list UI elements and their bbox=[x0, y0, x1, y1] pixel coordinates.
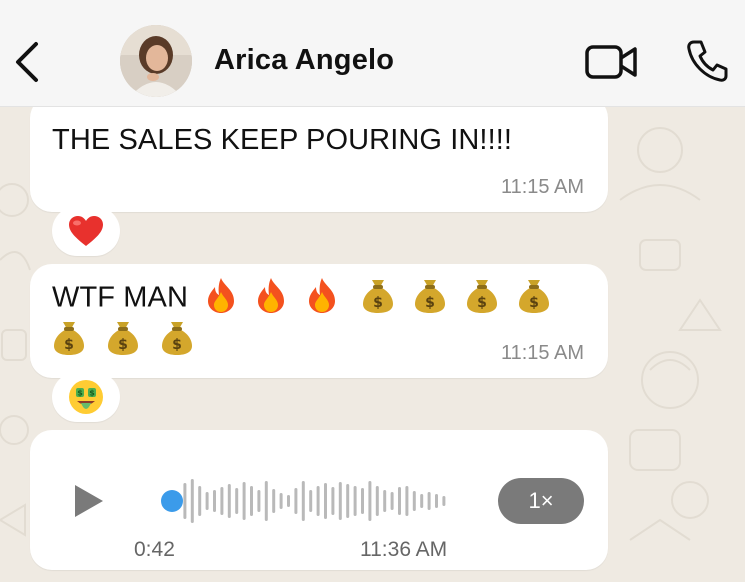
message-text: THE SALES KEEP POURING IN!!!! bbox=[52, 124, 513, 156]
heart-emoji bbox=[69, 216, 103, 246]
message-text-line: WTF MAN $ $ $ $ bbox=[52, 278, 551, 318]
waveform-bar bbox=[279, 493, 283, 509]
message-reaction[interactable] bbox=[52, 206, 120, 256]
fire-emoji bbox=[258, 278, 285, 313]
money-bag-emoji: $ bbox=[162, 322, 193, 355]
play-icon bbox=[75, 485, 103, 517]
back-button[interactable] bbox=[12, 40, 44, 84]
svg-text:$: $ bbox=[425, 295, 435, 311]
waveform-bar bbox=[442, 496, 446, 506]
waveform-bar bbox=[427, 492, 431, 510]
waveform-bar bbox=[190, 479, 194, 523]
waveform-bar bbox=[264, 481, 268, 521]
waveform-bar bbox=[405, 486, 409, 516]
waveform-bar bbox=[412, 491, 416, 511]
waveform-bar bbox=[331, 487, 335, 515]
svg-text:$: $ bbox=[529, 295, 539, 311]
waveform-bar bbox=[383, 490, 387, 512]
message-text: WTF MAN bbox=[52, 281, 189, 314]
chat-header: Arica Angelo bbox=[0, 0, 745, 107]
waveform-bar bbox=[183, 483, 187, 519]
waveform-bar bbox=[250, 486, 253, 516]
play-button[interactable] bbox=[72, 482, 106, 520]
money-mouth-face-emoji: $ $ bbox=[69, 380, 103, 414]
waveform-bar bbox=[198, 486, 202, 516]
money-bag-emoji: $ bbox=[108, 322, 139, 355]
money-bag-emoji: $ bbox=[467, 280, 498, 313]
playback-scrubber[interactable] bbox=[161, 490, 183, 512]
waveform-bar bbox=[287, 495, 290, 507]
waveform-bar bbox=[205, 492, 209, 510]
voice-call-button[interactable] bbox=[684, 38, 730, 84]
svg-text:$: $ bbox=[373, 295, 383, 311]
waveform-bar bbox=[420, 494, 424, 508]
avatar[interactable] bbox=[120, 25, 192, 97]
svg-text:$: $ bbox=[64, 337, 74, 353]
waveform-bar bbox=[316, 486, 320, 516]
waveform-bar bbox=[435, 494, 438, 508]
waveform-bar bbox=[257, 490, 261, 512]
waveform-bar bbox=[324, 483, 327, 519]
waveform-bar bbox=[294, 488, 298, 514]
message-bubble[interactable]: THE SALES KEEP POURING IN!!!! 11:15 AM bbox=[30, 96, 608, 212]
svg-text:$: $ bbox=[77, 389, 83, 398]
message-time: 11:15 AM bbox=[500, 176, 584, 198]
message-time: 11:36 AM bbox=[360, 538, 448, 561]
fire-emoji bbox=[308, 278, 335, 313]
chevron-left-icon bbox=[16, 42, 38, 82]
waveform-bar bbox=[242, 482, 246, 520]
svg-text:$: $ bbox=[118, 337, 128, 353]
phone-icon bbox=[687, 40, 728, 82]
playback-speed-button[interactable]: 1× bbox=[498, 478, 584, 524]
waveform-bar bbox=[301, 481, 305, 521]
waveform-bar bbox=[235, 488, 239, 514]
audio-waveform[interactable] bbox=[142, 475, 467, 527]
waveform-bar bbox=[346, 484, 350, 518]
money-bag-emoji: $ bbox=[414, 280, 445, 313]
message-reaction[interactable]: $ $ bbox=[52, 372, 120, 422]
waveform-bar bbox=[398, 487, 401, 515]
waveform-bar bbox=[375, 486, 379, 516]
fire-emoji bbox=[208, 278, 235, 313]
svg-text:$: $ bbox=[89, 389, 95, 398]
waveform-bar bbox=[272, 489, 276, 513]
money-bag-emoji: $ bbox=[362, 280, 393, 313]
waveform-bar bbox=[220, 487, 224, 515]
video-call-button[interactable] bbox=[584, 42, 640, 82]
waveform-bar bbox=[361, 488, 364, 514]
voice-message-bubble[interactable]: 1× 0:42 11:36 AM bbox=[30, 430, 608, 570]
video-camera-icon bbox=[585, 45, 637, 79]
waveform-bar bbox=[213, 490, 216, 512]
svg-text:$: $ bbox=[172, 337, 182, 353]
message-time: 11:15 AM bbox=[500, 342, 584, 364]
waveform-bar bbox=[368, 481, 372, 521]
waveform-bar bbox=[390, 492, 394, 510]
svg-text:$: $ bbox=[477, 295, 487, 311]
money-bag-emoji: $ bbox=[54, 322, 84, 355]
voice-duration: 0:42 bbox=[134, 538, 175, 561]
waveform-bar bbox=[338, 482, 342, 520]
waveform-bar bbox=[309, 490, 313, 512]
message-bubble[interactable]: WTF MAN $ $ $ $ $ $ $ 11:15 AM bbox=[30, 264, 608, 378]
waveform-bar bbox=[353, 486, 357, 516]
waveform-bar bbox=[227, 484, 231, 518]
money-bag-emoji: $ bbox=[519, 280, 550, 313]
contact-photo bbox=[120, 25, 192, 97]
message-emoji-line: $ $ $ bbox=[52, 322, 206, 360]
contact-name[interactable]: Arica Angelo bbox=[214, 44, 394, 77]
